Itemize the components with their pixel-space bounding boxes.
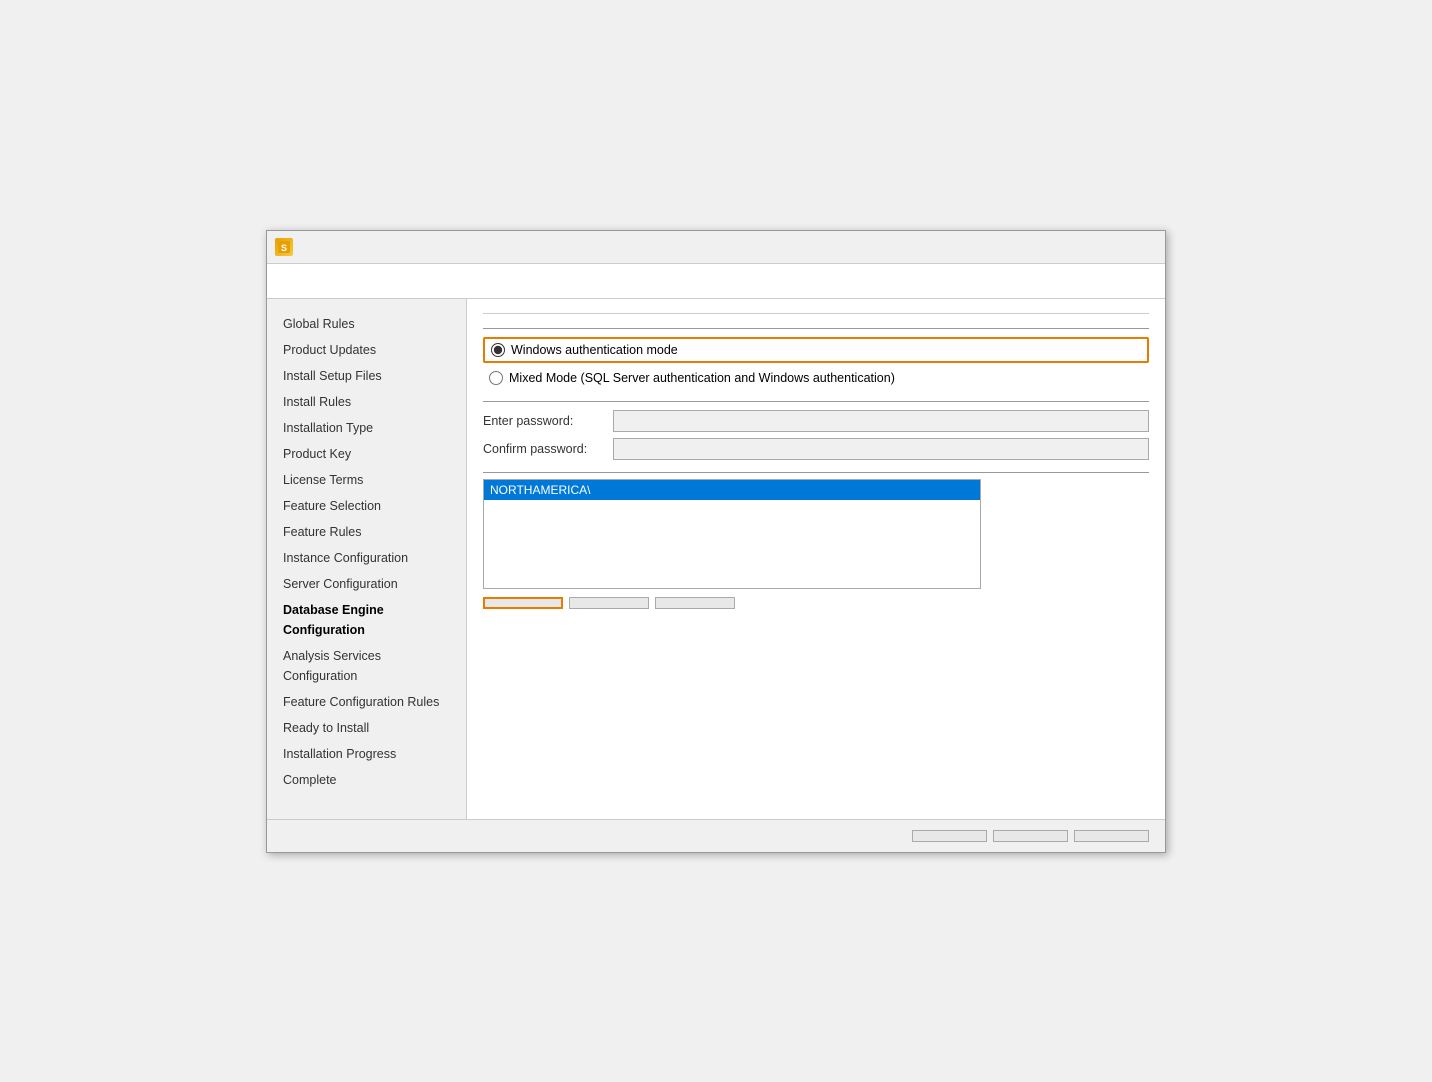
back-button[interactable] — [912, 830, 987, 842]
windows-auth-radio[interactable] — [491, 343, 505, 357]
content-area: Global RulesProduct UpdatesInstall Setup… — [267, 299, 1165, 819]
app-icon: S — [275, 238, 293, 256]
main-window: S Global RulesProduct UpdatesInstall Set… — [266, 230, 1166, 853]
sidebar-item-feature-rules[interactable]: Feature Rules — [279, 519, 458, 545]
sidebar-item-global-rules[interactable]: Global Rules — [279, 311, 458, 337]
windows-auth-label: Windows authentication mode — [511, 343, 678, 357]
footer — [267, 819, 1165, 852]
sidebar-item-installation-type[interactable]: Installation Type — [279, 415, 458, 441]
sidebar-item-feature-configuration-rules[interactable]: Feature Configuration Rules — [279, 689, 458, 715]
sidebar-item-ready-to-install[interactable]: Ready to Install — [279, 715, 458, 741]
confirm-password-row: Confirm password: — [483, 438, 1149, 460]
remove-button[interactable] — [655, 597, 735, 609]
sidebar-item-database-engine-configuration[interactable]: Database Engine Configuration — [279, 597, 458, 643]
auth-mode-title — [483, 328, 1149, 329]
sidebar-item-analysis-services-configuration[interactable]: Analysis Services Configuration — [279, 643, 458, 689]
admin-info-box — [989, 479, 1149, 589]
sidebar-item-server-configuration[interactable]: Server Configuration — [279, 571, 458, 597]
page-header — [267, 264, 1165, 299]
sidebar-item-installation-progress[interactable]: Installation Progress — [279, 741, 458, 767]
maximize-button[interactable] — [1095, 237, 1125, 257]
enter-password-label: Enter password: — [483, 414, 613, 428]
cancel-button[interactable] — [1074, 830, 1149, 842]
confirm-password-input[interactable] — [613, 438, 1149, 460]
sidebar-item-install-setup-files[interactable]: Install Setup Files — [279, 363, 458, 389]
titlebar-left: S — [275, 238, 299, 256]
add-button[interactable] — [569, 597, 649, 609]
admin-list-item[interactable]: NORTHAMERICA\ — [484, 480, 980, 500]
next-button[interactable] — [993, 830, 1068, 842]
confirm-password-label: Confirm password: — [483, 442, 613, 456]
enter-password-input[interactable] — [613, 410, 1149, 432]
admin-buttons — [483, 597, 1149, 609]
sidebar-item-instance-configuration[interactable]: Instance Configuration — [279, 545, 458, 571]
titlebar-controls — [1063, 237, 1157, 257]
sidebar-item-feature-selection[interactable]: Feature Selection — [279, 493, 458, 519]
sidebar-item-product-key[interactable]: Product Key — [279, 441, 458, 467]
svg-text:S: S — [281, 243, 287, 253]
sidebar-item-license-terms[interactable]: License Terms — [279, 467, 458, 493]
mixed-mode-radio[interactable] — [489, 371, 503, 385]
add-current-user-button[interactable] — [483, 597, 563, 609]
sidebar: Global RulesProduct UpdatesInstall Setup… — [267, 299, 467, 819]
admin-list[interactable]: NORTHAMERICA\ — [483, 479, 981, 589]
mixed-mode-option[interactable]: Mixed Mode (SQL Server authentication an… — [483, 367, 1149, 389]
sidebar-item-product-updates[interactable]: Product Updates — [279, 337, 458, 363]
tab-bar — [483, 313, 1149, 314]
admin-list-container: NORTHAMERICA\ — [483, 479, 1149, 589]
close-button[interactable] — [1127, 237, 1157, 257]
windows-auth-option[interactable]: Windows authentication mode — [483, 337, 1149, 363]
sidebar-item-complete[interactable]: Complete — [279, 767, 458, 793]
minimize-button[interactable] — [1063, 237, 1093, 257]
enter-password-row: Enter password: — [483, 410, 1149, 432]
password-section-title — [483, 401, 1149, 402]
main-content: Windows authentication mode Mixed Mode (… — [467, 299, 1165, 819]
admin-section-title — [483, 472, 1149, 473]
mixed-mode-label: Mixed Mode (SQL Server authentication an… — [509, 371, 895, 385]
sidebar-item-install-rules[interactable]: Install Rules — [279, 389, 458, 415]
titlebar: S — [267, 231, 1165, 264]
